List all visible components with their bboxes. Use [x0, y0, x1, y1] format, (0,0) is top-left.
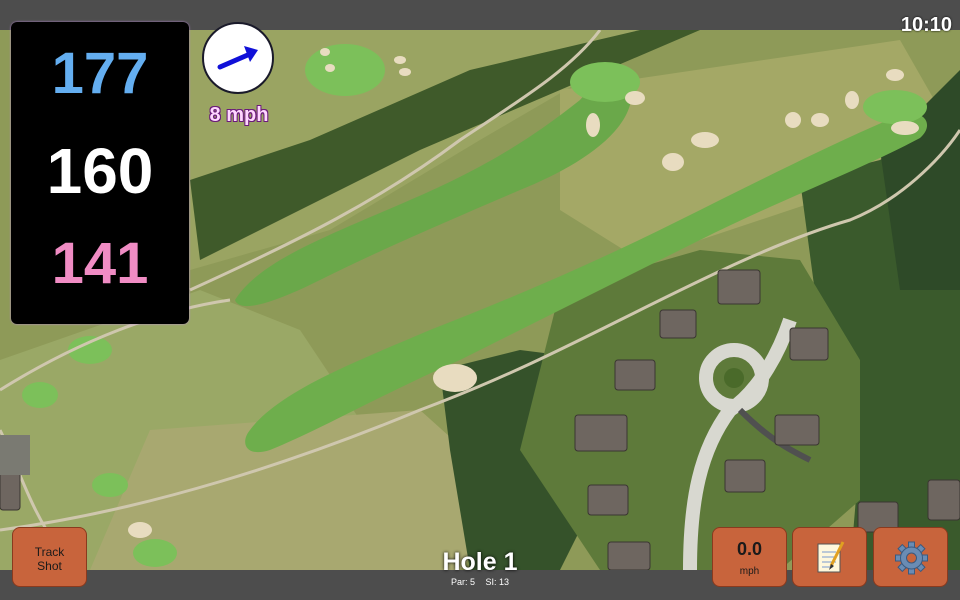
- speed-value: 0.0: [736, 539, 763, 559]
- hole-stroke-index: SI: 13: [485, 577, 510, 587]
- speed-unit: mph: [739, 566, 760, 577]
- wind-arrow-icon: [217, 46, 258, 70]
- track-shot-button[interactable]: Track Shot: [12, 527, 87, 587]
- back-distance: 177: [51, 41, 149, 106]
- middle-distance: 160: [46, 135, 154, 207]
- settings-button[interactable]: [873, 527, 948, 587]
- front-distance: 141: [51, 231, 149, 296]
- notepad-icon: [817, 541, 845, 573]
- track-shot-label-line2: Shot: [37, 559, 62, 573]
- wind-speed: 8 mph: [209, 104, 269, 126]
- gear-icon: [895, 541, 928, 575]
- track-shot-label-line1: Track: [34, 545, 65, 559]
- hole-info: Par: 5 SI: 13: [380, 577, 580, 587]
- clock-time: 10:10: [900, 14, 952, 36]
- hole-title: Hole 1: [442, 548, 518, 576]
- speed-button[interactable]: 0.0 mph: [712, 527, 787, 587]
- hole-par: Par: 5: [450, 577, 475, 587]
- notes-button[interactable]: [792, 527, 867, 587]
- wind-direction-indicator: [202, 22, 274, 94]
- distance-panel: 177 160 141: [11, 22, 189, 324]
